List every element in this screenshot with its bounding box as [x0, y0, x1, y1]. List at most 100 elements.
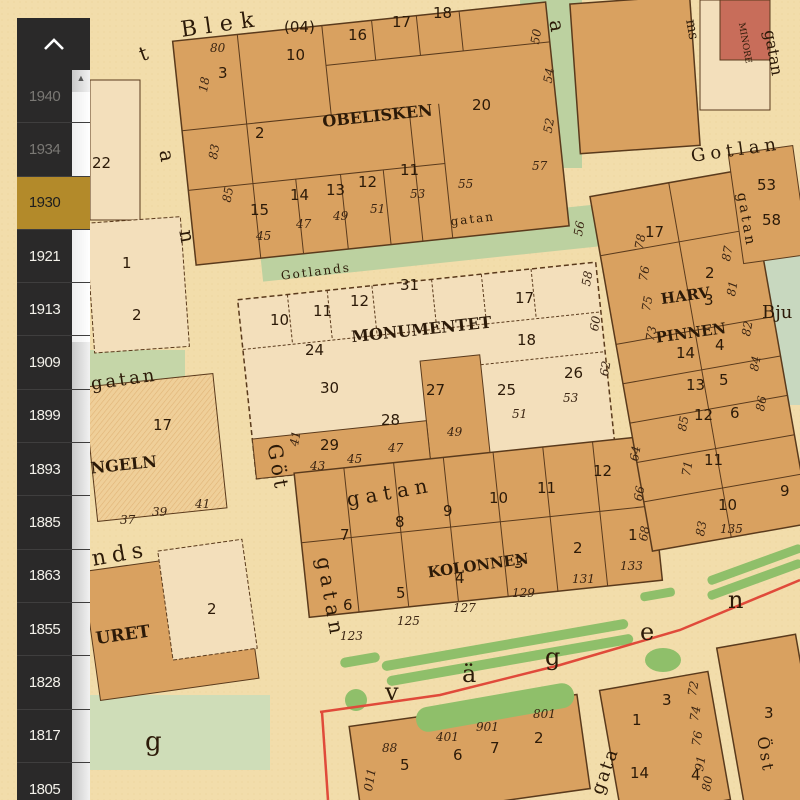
svg-text:58: 58 [762, 211, 781, 229]
svg-text:30: 30 [320, 379, 339, 397]
street-g: g [545, 643, 560, 671]
svg-text:12: 12 [593, 462, 612, 480]
timeline-year-1940[interactable]: 1940 [17, 70, 90, 124]
svg-text:54: 54 [541, 67, 557, 84]
svg-text:3: 3 [662, 691, 672, 709]
timeline-year-1930[interactable]: 1930 [17, 176, 90, 230]
svg-text:16: 16 [348, 26, 367, 44]
svg-text:81: 81 [724, 280, 740, 297]
timeline-up-button[interactable] [17, 18, 90, 70]
svg-text:83: 83 [206, 143, 223, 161]
block-left-22 [89, 79, 141, 221]
svg-text:9: 9 [443, 502, 453, 520]
svg-text:37: 37 [120, 513, 136, 527]
svg-text:45: 45 [346, 452, 362, 466]
svg-text:64: 64 [627, 445, 643, 462]
svg-text:49: 49 [446, 425, 463, 439]
svg-text:78: 78 [632, 232, 649, 250]
timeline-year-1893[interactable]: 1893 [17, 443, 90, 497]
svg-text:4: 4 [715, 336, 725, 354]
svg-text:5: 5 [719, 371, 729, 389]
svg-text:11: 11 [313, 302, 332, 320]
svg-text:24: 24 [305, 341, 324, 359]
timeline-year-1855[interactable]: 1855 [17, 603, 90, 657]
svg-text:43: 43 [309, 459, 326, 473]
svg-text:14: 14 [676, 344, 695, 362]
svg-text:53: 53 [410, 187, 426, 201]
svg-text:18: 18 [433, 4, 452, 22]
timeline-year-1805[interactable]: 1805 [17, 763, 90, 800]
svg-text:55: 55 [458, 177, 473, 191]
timeline-year-1913[interactable]: 1913 [17, 283, 90, 337]
svg-text:50: 50 [528, 27, 545, 45]
svg-text:12: 12 [358, 173, 377, 191]
svg-text:68: 68 [636, 524, 653, 542]
block-top-mid-right [569, 0, 701, 155]
svg-text:10: 10 [718, 496, 737, 514]
timeline-year-1828[interactable]: 1828 [17, 656, 90, 710]
svg-text:2: 2 [705, 264, 715, 282]
svg-text:53: 53 [563, 391, 579, 405]
svg-text:901: 901 [476, 720, 499, 734]
svg-text:3: 3 [218, 64, 228, 82]
svg-text:11: 11 [704, 451, 723, 469]
svg-text:123: 123 [340, 629, 363, 643]
street-v: v [384, 678, 399, 706]
svg-text:86: 86 [753, 394, 770, 412]
svg-text:17: 17 [153, 416, 172, 434]
timeline-year-1909[interactable]: 1909 [17, 336, 90, 390]
svg-text:2: 2 [207, 600, 217, 618]
svg-text:3: 3 [764, 704, 774, 722]
svg-text:133: 133 [620, 559, 643, 573]
svg-text:11: 11 [537, 479, 556, 497]
svg-text:1: 1 [632, 711, 642, 729]
svg-text:2: 2 [534, 729, 544, 747]
svg-text:45: 45 [255, 229, 271, 243]
svg-text:7: 7 [490, 739, 500, 757]
svg-text:5: 5 [396, 584, 406, 602]
svg-text:73: 73 [643, 324, 660, 342]
svg-text:18: 18 [517, 331, 536, 349]
svg-text:13: 13 [686, 376, 705, 394]
svg-text:129: 129 [512, 586, 535, 600]
svg-text:56: 56 [571, 219, 588, 237]
svg-text:71: 71 [679, 460, 695, 477]
svg-text:12: 12 [350, 292, 369, 310]
svg-text:76: 76 [636, 264, 653, 282]
svg-text:3: 3 [514, 554, 524, 572]
street-n-right: n [728, 586, 743, 614]
svg-text:72: 72 [685, 680, 701, 697]
svg-text:66: 66 [631, 484, 648, 502]
svg-text:10: 10 [489, 489, 508, 507]
svg-text:47: 47 [387, 441, 404, 455]
svg-text:2: 2 [255, 124, 265, 142]
svg-text:10: 10 [270, 311, 289, 329]
svg-text:49: 49 [332, 209, 349, 223]
timeline-year-1921[interactable]: 1921 [17, 230, 90, 284]
svg-text:52: 52 [541, 117, 557, 134]
street-e: e [640, 618, 654, 646]
timeline-year-1817[interactable]: 1817 [17, 710, 90, 763]
street-a: ä [462, 660, 476, 688]
svg-text:20: 20 [472, 96, 491, 114]
svg-text:401: 401 [435, 730, 459, 744]
timeline-year-1863[interactable]: 1863 [17, 550, 90, 603]
historical-map[interactable]: OBELISKEN MONUMENTET KOLONNEN HARV PINNE… [0, 0, 800, 800]
svg-text:27: 27 [426, 381, 445, 399]
svg-text:6: 6 [343, 596, 353, 614]
svg-text:85: 85 [675, 415, 691, 432]
svg-text:801: 801 [533, 707, 556, 721]
svg-text:87: 87 [719, 244, 736, 262]
svg-text:9: 9 [780, 482, 790, 500]
svg-text:2: 2 [132, 306, 142, 324]
svg-text:8: 8 [395, 513, 405, 531]
svg-text:25: 25 [497, 381, 516, 399]
timeline-year-1899[interactable]: 1899 [17, 390, 90, 444]
street-g-left: g [145, 727, 162, 757]
svg-text:14: 14 [290, 186, 309, 204]
park-label-bju: Bju [762, 302, 792, 323]
svg-text:10: 10 [286, 46, 305, 64]
timeline-year-1934[interactable]: 1934 [17, 123, 90, 177]
timeline-year-1885[interactable]: 1885 [17, 496, 90, 550]
svg-text:82: 82 [739, 320, 755, 337]
